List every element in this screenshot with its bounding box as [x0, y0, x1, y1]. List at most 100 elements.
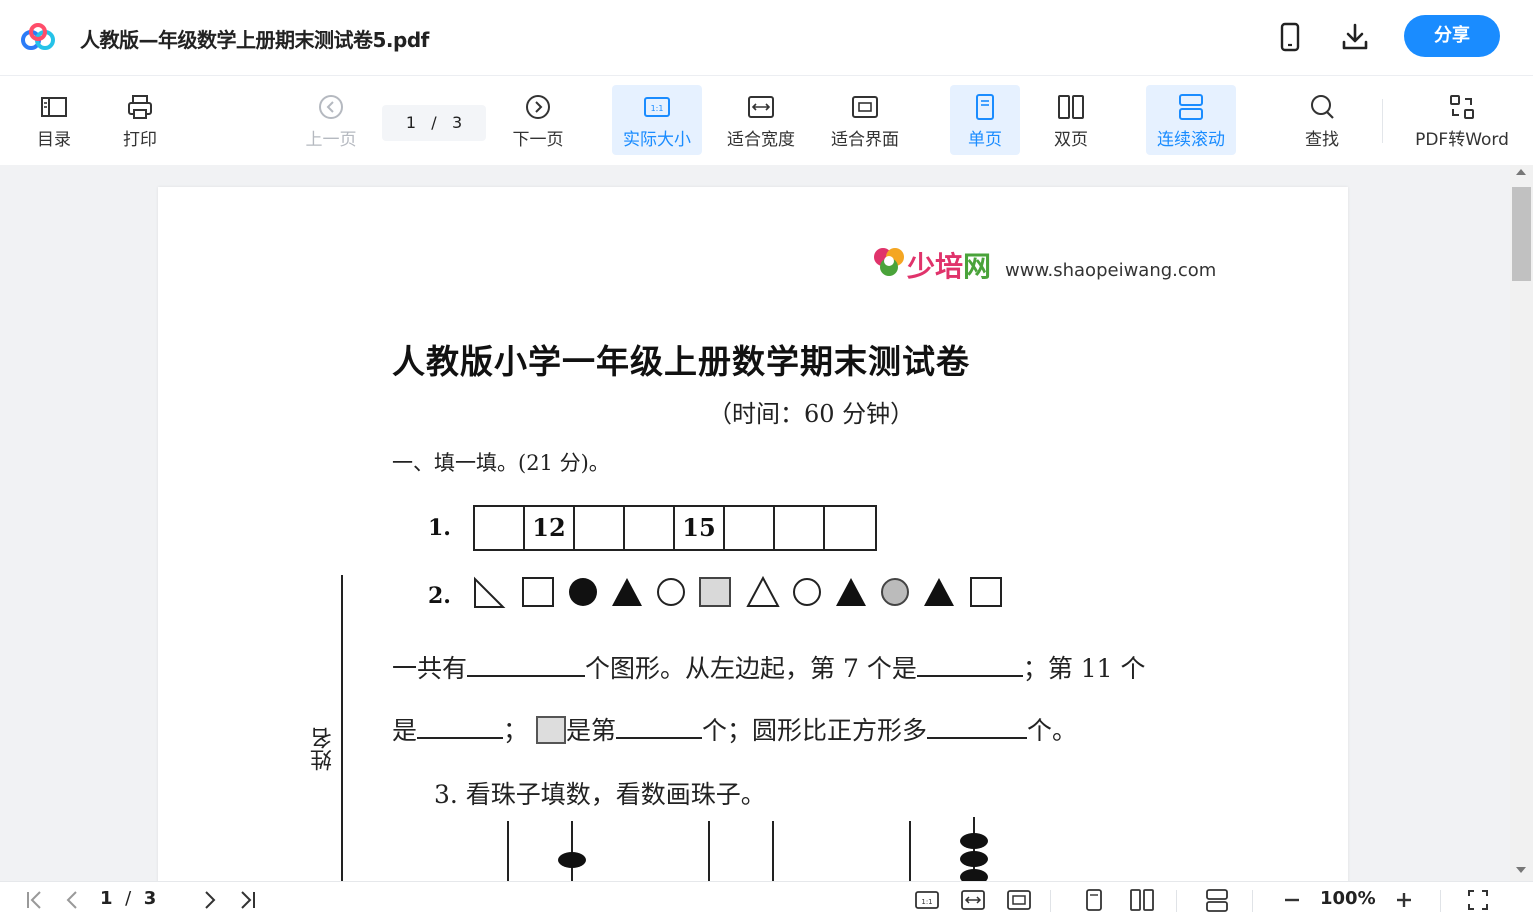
bottom-divider [1252, 890, 1253, 912]
share-button[interactable]: 分享 [1404, 15, 1500, 57]
single-page-label: 单页 [968, 130, 1002, 150]
double-page-icon [1130, 889, 1154, 911]
triangle-shape [746, 575, 780, 607]
question-2-line-1: 一共有 个图形。从左边起，第 7 个是 ；第 11 个 [392, 654, 1146, 683]
single-page-button[interactable]: 单页 [950, 85, 1020, 155]
print-button[interactable]: 打印 [112, 85, 168, 155]
number-grid: 12 15 [473, 505, 877, 551]
toolbar-divider [1382, 99, 1383, 143]
zoom-out-button[interactable] [1280, 888, 1304, 912]
single-page-icon [1086, 889, 1102, 911]
brand-logo-icon [874, 248, 904, 276]
actual-size-bottom-button[interactable]: 1:1 [914, 888, 940, 912]
bottom-page-indicator[interactable]: 1 / 3 [100, 888, 156, 909]
document-viewer[interactable]: 少培网 www.shaopeiwang.com 人教版小学一年级上册数学期末测试… [0, 165, 1510, 881]
minus-icon [1285, 898, 1299, 902]
abacus-figure [507, 817, 988, 881]
double-page-button[interactable]: 双页 [1040, 85, 1102, 155]
search-button[interactable]: 查找 [1292, 85, 1352, 155]
continuous-scroll-label: 连续滚动 [1157, 130, 1225, 150]
grid-cell [625, 507, 675, 549]
filled-triangle-shape [836, 578, 866, 606]
right-triangle-shape [474, 576, 506, 608]
single-page-icon [976, 94, 994, 120]
pdf-to-word-button[interactable]: PDF转Word [1408, 85, 1516, 155]
last-page-button[interactable] [236, 888, 258, 912]
question-2-line-2: 是； 是第 个；圆形比正方形多 个。 [392, 716, 1078, 745]
question-3: 3. 看珠子填数，看数画珠子。 [434, 780, 766, 809]
page-total: 3 [451, 113, 463, 132]
double-page-icon [1058, 95, 1084, 119]
prev-page-button[interactable]: 上一页 [300, 85, 362, 155]
actual-size-button[interactable]: 1:1 实际大小 [612, 85, 702, 155]
fit-width-icon [961, 890, 985, 910]
next-page-bottom-button[interactable] [200, 888, 220, 912]
bottom-divider [1176, 890, 1177, 912]
single-page-bottom-button[interactable] [1082, 888, 1106, 912]
continuous-scroll-icon [1206, 889, 1228, 912]
chevron-left-circle-icon [319, 95, 343, 119]
section-heading: 一、填一填。(21 分)。 [392, 451, 610, 475]
brand-name: 少培网 [907, 250, 992, 283]
fit-width-icon [748, 96, 774, 118]
plus-icon [1397, 893, 1411, 907]
printer-icon [128, 95, 152, 119]
vertical-scrollbar[interactable] [1510, 165, 1533, 881]
page-number-input[interactable]: 1 / 3 [382, 105, 486, 141]
answer-blank [916, 655, 1023, 677]
bottom-bar: 1 / 3 1:1 100% [0, 881, 1533, 917]
chevron-right-circle-icon [526, 95, 550, 119]
svg-text:1:1: 1:1 [921, 898, 932, 906]
actual-size-icon: 1:1 [915, 891, 939, 909]
convert-icon [1450, 95, 1474, 119]
filled-triangle-shape [612, 578, 642, 606]
fullscreen-button[interactable] [1466, 888, 1490, 912]
zoom-level[interactable]: 100% [1320, 888, 1376, 909]
double-page-label: 双页 [1054, 130, 1088, 150]
gray-square-shape [699, 577, 731, 607]
grid-cell: 12 [525, 507, 575, 549]
name-label: 姓名 [311, 727, 336, 771]
fit-page-icon [1007, 890, 1031, 910]
scroll-up-arrow-icon[interactable] [1516, 169, 1526, 175]
continuous-scroll-bottom-button[interactable] [1204, 888, 1230, 912]
prev-page-bottom-button[interactable] [62, 888, 82, 912]
continuous-scroll-icon [1179, 94, 1203, 120]
zoom-in-button[interactable] [1392, 888, 1416, 912]
prev-page-label: 上一页 [305, 130, 357, 150]
grid-cell: 15 [675, 507, 725, 549]
fit-width-label: 适合宽度 [727, 130, 795, 150]
fit-width-bottom-button[interactable] [960, 888, 986, 912]
pdf-page: 少培网 www.shaopeiwang.com 人教版小学一年级上册数学期末测试… [158, 187, 1348, 881]
continuous-scroll-button[interactable]: 连续滚动 [1146, 85, 1236, 155]
print-label: 打印 [123, 130, 157, 150]
actual-size-label: 实际大小 [623, 130, 691, 150]
phone-icon[interactable] [1276, 22, 1304, 52]
binding-line [341, 575, 343, 881]
answer-blank [616, 717, 702, 739]
fullscreen-icon [1468, 890, 1488, 910]
gray-square-shape [535, 716, 566, 744]
fit-page-button[interactable]: 适合界面 [824, 85, 906, 155]
square-shape [970, 577, 1002, 607]
fit-width-button[interactable]: 适合宽度 [720, 85, 802, 155]
scroll-down-arrow-icon[interactable] [1516, 867, 1526, 873]
toc-button[interactable]: 目录 [26, 85, 82, 155]
last-page-icon [241, 891, 255, 909]
next-page-label: 下一页 [512, 130, 564, 150]
double-page-bottom-button[interactable] [1128, 888, 1156, 912]
grid-cell [775, 507, 825, 549]
download-icon[interactable] [1340, 22, 1370, 52]
grid-cell [575, 507, 625, 549]
toc-label: 目录 [37, 130, 71, 150]
next-page-button[interactable]: 下一页 [506, 85, 570, 155]
grid-cell [825, 507, 875, 549]
chevron-left-icon [66, 891, 77, 909]
bottom-divider [1050, 890, 1051, 912]
first-page-button[interactable] [24, 888, 46, 912]
gray-circle-shape [881, 578, 909, 606]
actual-size-icon: 1:1 [644, 97, 670, 117]
scroll-thumb[interactable] [1512, 187, 1531, 281]
answer-blank [417, 717, 504, 739]
fit-page-bottom-button[interactable] [1006, 888, 1032, 912]
